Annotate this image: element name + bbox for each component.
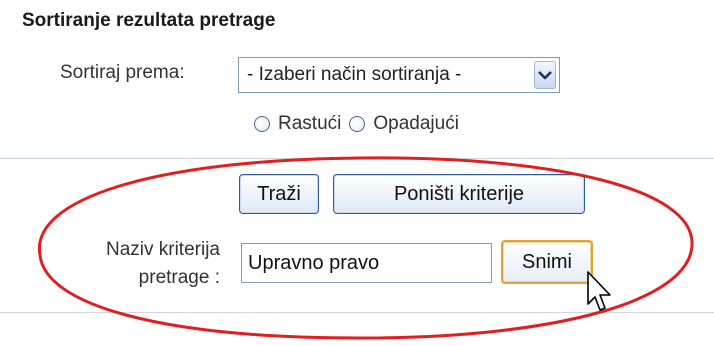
mouse-pointer-icon <box>587 271 611 311</box>
